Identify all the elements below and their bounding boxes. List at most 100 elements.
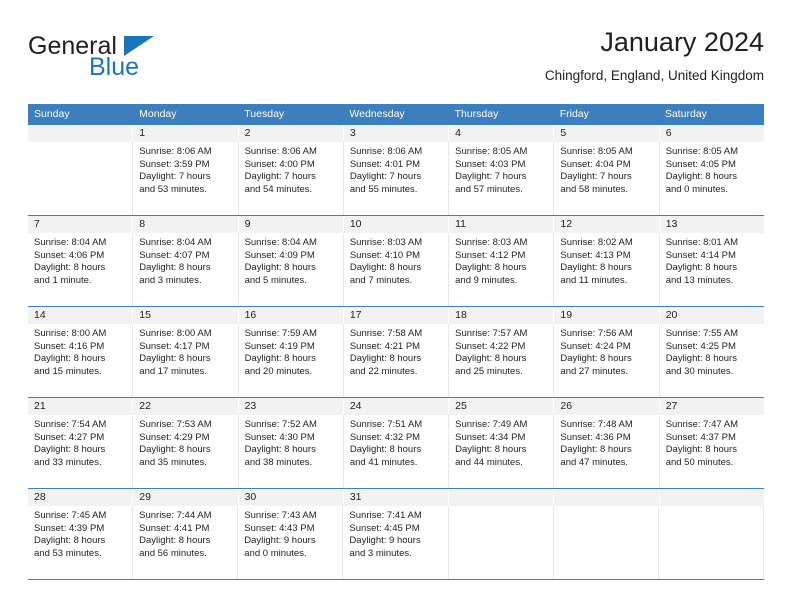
day-number-10[interactable]: 10 [344, 216, 450, 233]
day-cell-11[interactable]: Sunrise: 8:03 AM Sunset: 4:12 PM Daylight:… [449, 233, 555, 306]
day-cell-28[interactable]: Sunrise: 7:45 AM Sunset: 4:39 PM Daylight:… [28, 506, 134, 579]
day-number-14[interactable]: 14 [28, 307, 134, 324]
day-number-8[interactable]: 8 [133, 216, 239, 233]
sunrise-text: Sunrise: 7:51 AM [349, 419, 423, 430]
daylight-text-line2: and 57 minutes. [455, 183, 523, 195]
day-number-7[interactable]: 7 [28, 216, 134, 233]
day-number-2[interactable]: 2 [239, 125, 344, 142]
day-cell-22[interactable]: Sunrise: 7:53 AM Sunset: 4:29 PM Daylight:… [133, 415, 239, 488]
day-number-13[interactable]: 13 [660, 216, 764, 233]
daylight-text-line2: and 56 minutes. [139, 547, 207, 559]
daylight-text-line1: Daylight: 8 hours [455, 444, 527, 456]
day-number-29[interactable]: 29 [133, 489, 239, 506]
day-number-6[interactable]: 6 [660, 125, 764, 142]
day-cell-25[interactable]: Sunrise: 7:49 AM Sunset: 4:34 PM Daylight:… [449, 415, 555, 488]
day-cell-7[interactable]: Sunrise: 8:04 AM Sunset: 4:06 PM Daylight:… [28, 233, 134, 306]
daylight-text-line1: Daylight: 8 hours [244, 444, 316, 456]
day-cell-31[interactable]: Sunrise: 7:41 AM Sunset: 4:45 PM Daylight:… [343, 506, 449, 579]
weekday-header-sunday: Sunday [34, 108, 70, 120]
day-cell-17[interactable]: Sunrise: 7:58 AM Sunset: 4:21 PM Daylight:… [344, 324, 450, 397]
day-cell-10[interactable]: Sunrise: 8:03 AM Sunset: 4:10 PM Daylight:… [344, 233, 450, 306]
day-cell-21[interactable]: Sunrise: 7:54 AM Sunset: 4:27 PM Daylight:… [28, 415, 134, 488]
sunset-text: Sunset: 4:37 PM [665, 431, 736, 443]
day-number-19[interactable]: 19 [554, 307, 660, 324]
day-number-5[interactable]: 5 [554, 125, 660, 142]
sunset-text: Sunset: 4:01 PM [349, 158, 421, 170]
sunrise-text: Sunrise: 8:02 AM [560, 237, 633, 248]
day-cell-19[interactable]: Sunrise: 7:56 AM Sunset: 4:24 PM Daylight:… [554, 324, 660, 397]
day-detail-band: Sunrise: 8:06 AM Sunset: 3:59 PM Daylight:… [28, 142, 764, 215]
day-cell-26[interactable]: Sunrise: 7:48 AM Sunset: 4:36 PM Daylight:… [554, 415, 660, 488]
day-number-21[interactable]: 21 [28, 398, 134, 415]
day-number-3[interactable]: 3 [344, 125, 450, 142]
day-cell-16[interactable]: Sunrise: 7:59 AM Sunset: 4:19 PM Daylight:… [239, 324, 344, 397]
day-number-12[interactable]: 12 [554, 216, 660, 233]
day-number-23[interactable]: 23 [239, 398, 344, 415]
day-cell-12[interactable]: Sunrise: 8:02 AM Sunset: 4:13 PM Daylight:… [554, 233, 660, 306]
sunset-text: Sunset: 4:07 PM [139, 249, 210, 261]
daylight-text-line2: and 58 minutes. [560, 183, 629, 195]
sunset-text: Sunset: 4:34 PM [455, 431, 526, 443]
day-cell-20[interactable]: Sunrise: 7:55 AM Sunset: 4:25 PM Daylight:… [660, 324, 764, 397]
day-cell-15[interactable]: Sunrise: 8:00 AM Sunset: 4:17 PM Daylight:… [133, 324, 239, 397]
day-number-26[interactable]: 26 [554, 398, 660, 415]
day-number-22[interactable]: 22 [133, 398, 239, 415]
daylight-text-line2: and 0 minutes. [244, 547, 307, 559]
day-cell-27[interactable]: Sunrise: 7:47 AM Sunset: 4:37 PM Daylight:… [660, 415, 764, 488]
day-cell-18[interactable]: Sunrise: 7:57 AM Sunset: 4:22 PM Daylight:… [449, 324, 555, 397]
day-cell-5[interactable]: Sunrise: 8:05 AM Sunset: 4:04 PM Daylight:… [554, 142, 660, 215]
day-number-16[interactable]: 16 [239, 307, 344, 324]
daylight-text-line1: Daylight: 8 hours [665, 444, 737, 456]
sunrise-text: Sunrise: 8:01 AM [665, 237, 739, 248]
day-cell-1[interactable]: Sunrise: 8:06 AM Sunset: 3:59 PM Daylight:… [133, 142, 239, 215]
day-number-15[interactable]: 15 [133, 307, 239, 324]
sunset-text: Sunset: 4:24 PM [560, 340, 631, 352]
daylight-text-line2: and 50 minutes. [665, 456, 734, 468]
day-cell-23[interactable]: Sunrise: 7:52 AM Sunset: 4:30 PM Daylight:… [239, 415, 344, 488]
day-number-11[interactable]: 11 [449, 216, 555, 233]
day-number-28[interactable]: 28 [28, 489, 134, 506]
sunrise-text: Sunrise: 8:06 AM [244, 146, 317, 157]
day-cell-4[interactable]: Sunrise: 8:05 AM Sunset: 4:03 PM Daylight:… [449, 142, 555, 215]
day-number-20[interactable]: 20 [660, 307, 764, 324]
sunrise-text: Sunrise: 7:53 AM [139, 419, 212, 430]
day-cell-2[interactable]: Sunrise: 8:06 AM Sunset: 4:00 PM Daylight:… [239, 142, 344, 215]
sunset-text: Sunset: 4:14 PM [665, 249, 736, 261]
day-cell-empty [554, 506, 659, 579]
day-number-4[interactable]: 4 [449, 125, 555, 142]
day-cell-6[interactable]: Sunrise: 8:05 AM Sunset: 4:05 PM Daylight:… [660, 142, 764, 215]
day-cell-30[interactable]: Sunrise: 7:43 AM Sunset: 4:43 PM Daylight:… [238, 506, 344, 579]
day-number-31[interactable]: 31 [344, 489, 450, 506]
day-cell-8[interactable]: Sunrise: 8:04 AM Sunset: 4:07 PM Daylight:… [133, 233, 239, 306]
brand-logo[interactable]: General Blue [28, 32, 248, 92]
day-number-27[interactable]: 27 [660, 398, 764, 415]
sunrise-text: Sunrise: 7:56 AM [560, 328, 633, 339]
sunrise-text: Sunrise: 8:04 AM [139, 237, 212, 248]
page-header: General Blue January 2024 Chingford, Eng… [28, 26, 764, 98]
sunrise-text: Sunrise: 7:45 AM [34, 510, 107, 521]
day-number-1[interactable]: 1 [133, 125, 239, 142]
daylight-text-line1: Daylight: 8 hours [455, 353, 527, 365]
day-number-band: 7 8 9 10 11 12 13 [28, 216, 764, 233]
day-cell-3[interactable]: Sunrise: 8:06 AM Sunset: 4:01 PM Daylight:… [344, 142, 450, 215]
day-number-25[interactable]: 25 [449, 398, 555, 415]
day-cell-13[interactable]: Sunrise: 8:01 AM Sunset: 4:14 PM Daylight:… [660, 233, 764, 306]
daylight-text-line1: Daylight: 8 hours [34, 262, 106, 274]
day-cell-29[interactable]: Sunrise: 7:44 AM Sunset: 4:41 PM Daylight:… [133, 506, 239, 579]
daylight-text-line1: Daylight: 7 hours [560, 171, 632, 183]
day-number-17[interactable]: 17 [344, 307, 450, 324]
sunrise-text: Sunrise: 8:05 AM [560, 146, 633, 157]
sunset-text: Sunset: 4:16 PM [34, 340, 105, 352]
day-cell-9[interactable]: Sunrise: 8:04 AM Sunset: 4:09 PM Daylight:… [239, 233, 344, 306]
sunrise-text: Sunrise: 8:05 AM [455, 146, 528, 157]
day-cell-14[interactable]: Sunrise: 8:00 AM Sunset: 4:16 PM Daylight:… [28, 324, 134, 397]
sunset-text: Sunset: 4:05 PM [665, 158, 736, 170]
day-cell-24[interactable]: Sunrise: 7:51 AM Sunset: 4:32 PM Daylight:… [344, 415, 450, 488]
day-number-9[interactable]: 9 [239, 216, 344, 233]
calendar-week-row: 14 15 16 17 18 19 20 Sunrise: 8:00 AM Sunset: 4:… [28, 306, 764, 397]
day-number-24[interactable]: 24 [344, 398, 450, 415]
day-number-30[interactable]: 30 [239, 489, 344, 506]
calendar-grid: Sunday Monday Tuesday Wednesday Thursday Frid… [28, 104, 764, 580]
day-number-18[interactable]: 18 [449, 307, 555, 324]
sunrise-text: Sunrise: 7:55 AM [665, 328, 739, 339]
